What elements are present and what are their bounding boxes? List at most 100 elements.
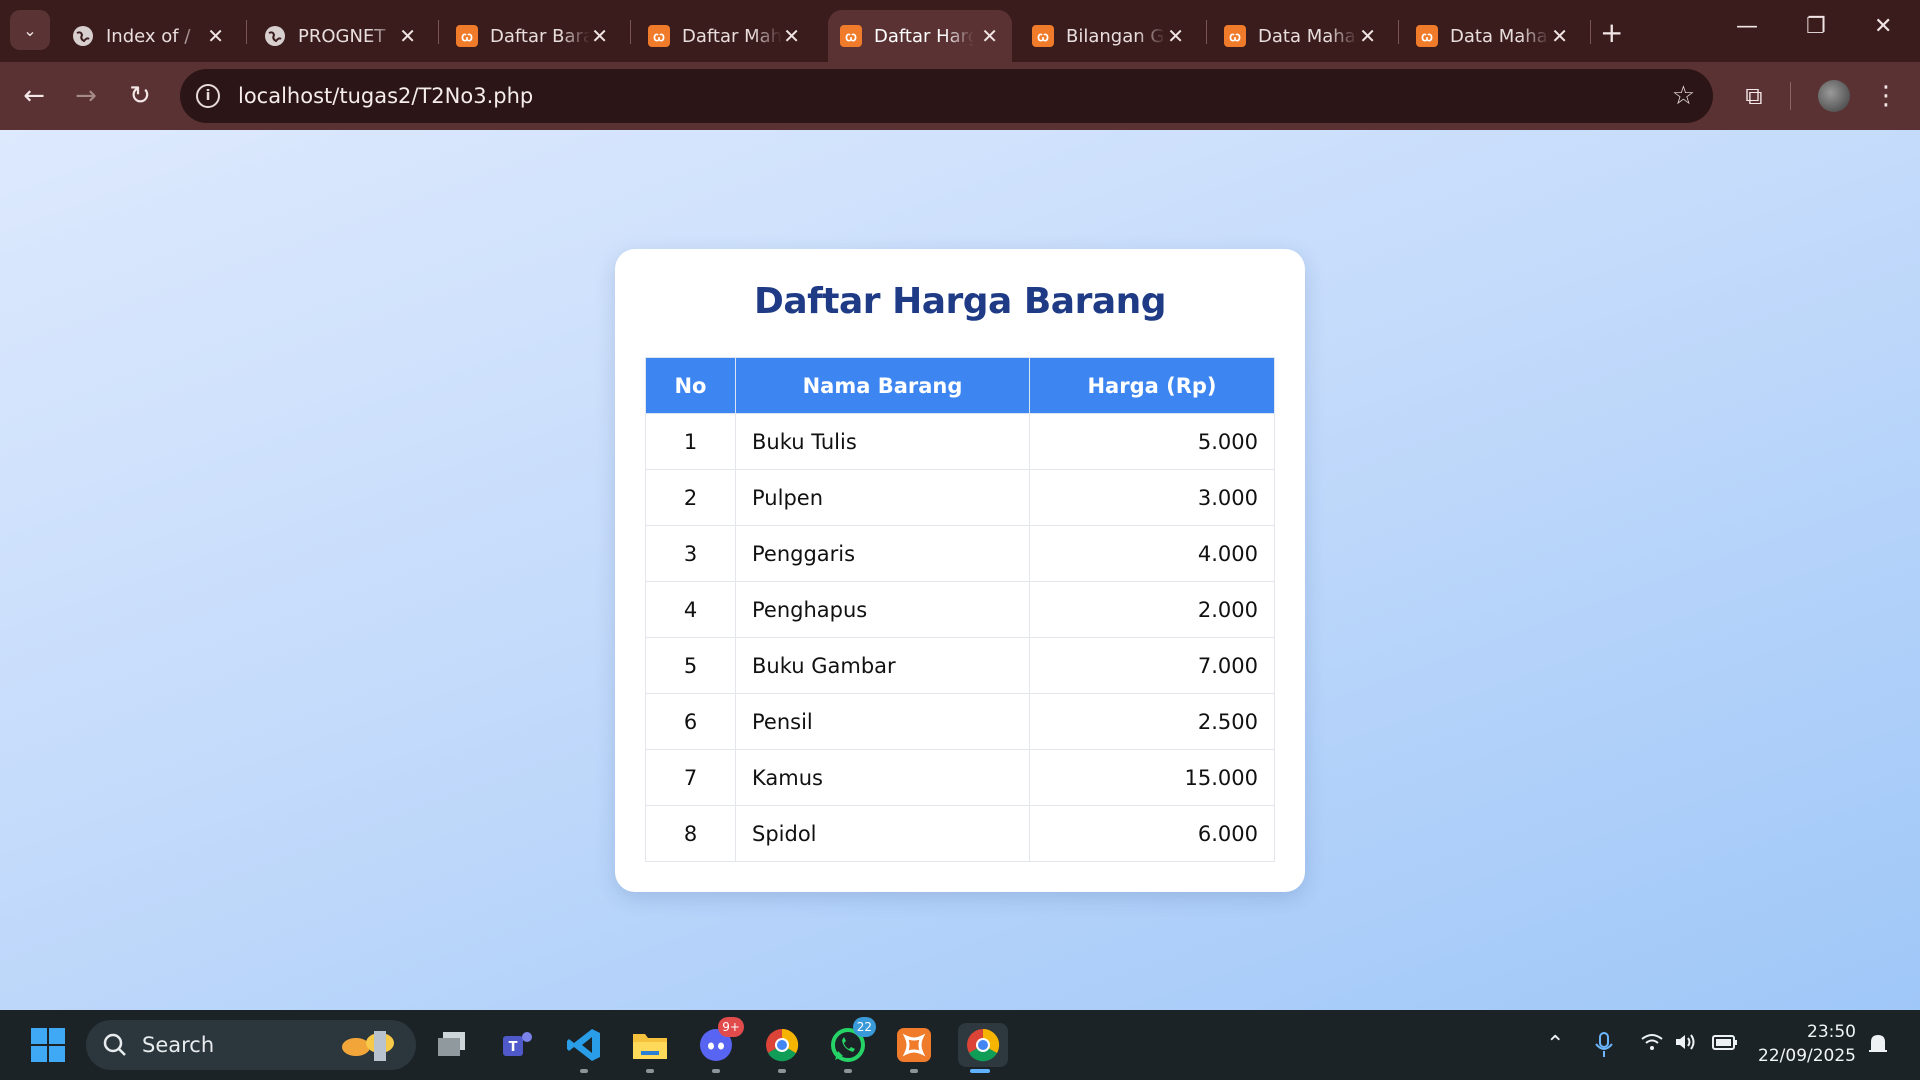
close-icon[interactable]: ✕ (783, 24, 800, 48)
tab-daftar-mahasiswa[interactable]: ꞷ Daftar Mahasiswa ✕ (636, 10, 814, 62)
tab-title: Index of / (106, 25, 191, 47)
cell-name: Buku Tulis (735, 413, 1030, 470)
tab-daftar-barang[interactable]: ꞷ Daftar Barang ✕ (444, 10, 622, 62)
microphone-icon[interactable] (1594, 1032, 1614, 1063)
cell-no: 5 (645, 637, 736, 694)
search-highlight-icon (342, 1031, 394, 1061)
tab-title: Data Mahasiswa (1258, 25, 1358, 47)
tab-title: Daftar Harga (874, 25, 974, 47)
new-tab-icon[interactable]: + (1600, 16, 1623, 49)
running-indicator (778, 1069, 786, 1073)
xampp-app[interactable] (892, 1023, 936, 1073)
xampp-icon: ꞷ (648, 25, 670, 47)
forward-icon[interactable]: → (68, 78, 104, 114)
tab-index-of[interactable]: Index of / ✕ (60, 10, 238, 62)
back-icon[interactable]: ← (16, 78, 52, 114)
site-info-icon[interactable]: i (196, 84, 220, 108)
battery-icon[interactable] (1712, 1032, 1738, 1056)
discord-badge: 9+ (718, 1017, 744, 1037)
close-icon[interactable]: ✕ (207, 24, 224, 48)
xampp-icon: ꞷ (1224, 25, 1246, 47)
address-bar[interactable]: i localhost/tugas2/T2No3.php ☆ (180, 69, 1713, 123)
running-indicator (580, 1069, 588, 1073)
xampp-icon: ꞷ (840, 25, 862, 47)
table-row: 8 Spidol 6.000 (645, 805, 1275, 862)
discord-app[interactable]: 9+ (694, 1017, 744, 1073)
close-icon[interactable]: ✕ (1167, 24, 1184, 48)
restore-icon[interactable]: ❐ (1806, 14, 1826, 39)
table-row: 7 Kamus 15.000 (645, 749, 1275, 806)
tab-prognet[interactable]: PROGNET ✕ (252, 10, 430, 62)
svg-text:ꞷ: ꞷ (1229, 30, 1241, 45)
globe-icon (72, 25, 94, 47)
xampp-icon: ꞷ (1032, 25, 1054, 47)
tab-strip: ⌄ Index of / ✕ PROGNET ✕ ꞷ Daftar Barang… (0, 0, 1920, 62)
tab-divider (1590, 20, 1591, 44)
vscode-app[interactable] (562, 1023, 606, 1073)
close-icon[interactable]: ✕ (399, 24, 416, 48)
close-window-icon[interactable]: ✕ (1874, 14, 1892, 39)
system-clock[interactable]: 23:50 22/09/2025 (1758, 1020, 1856, 1068)
price-table: No Nama Barang Harga (Rp) 1 Buku Tulis 5… (645, 357, 1275, 862)
taskbar: Search T 9+ 22 ⌃ 23:50 22/09/2025 (0, 1010, 1920, 1080)
cell-name: Kamus (735, 749, 1030, 806)
tab-title: Daftar Mahasiswa (682, 25, 782, 47)
bookmark-star-icon[interactable]: ☆ (1672, 81, 1695, 111)
tab-search-button[interactable]: ⌄ (10, 10, 50, 50)
running-indicator (712, 1069, 720, 1073)
chrome-app-secondary[interactable] (760, 1023, 804, 1073)
search-label: Search (142, 1033, 215, 1057)
wifi-icon[interactable] (1640, 1032, 1664, 1057)
cell-price: 15.000 (1029, 749, 1275, 806)
close-icon[interactable]: ✕ (591, 24, 608, 48)
tab-data-mahasiswa-2[interactable]: ꞷ Data Mahasiswa ✕ (1404, 10, 1582, 62)
whatsapp-app[interactable]: 22 (826, 1017, 876, 1073)
teams-icon: T (503, 1032, 532, 1056)
extensions-icon[interactable]: ⧉ (1736, 78, 1772, 114)
tab-divider (1206, 20, 1207, 44)
menu-kebab-icon[interactable]: ⋮ (1868, 78, 1904, 114)
tab-daftar-harga[interactable]: ꞷ Daftar Harga ✕ (828, 10, 1012, 62)
chevron-up-icon[interactable]: ⌃ (1546, 1032, 1564, 1057)
notification-icon[interactable] (1866, 1032, 1890, 1061)
search-icon (103, 1033, 126, 1056)
close-icon[interactable]: ✕ (1551, 24, 1568, 48)
volume-icon[interactable] (1674, 1032, 1698, 1057)
cell-price: 4.000 (1029, 525, 1275, 582)
file-explorer-app[interactable] (628, 1023, 672, 1073)
teams-app[interactable]: T (496, 1023, 540, 1067)
cell-name: Pensil (735, 693, 1030, 750)
chrome-icon (967, 1028, 1000, 1062)
chrome-app-active[interactable] (958, 1023, 1008, 1073)
minimize-icon[interactable]: — (1736, 14, 1758, 39)
running-indicator (646, 1069, 654, 1073)
page-title: Daftar Harga Barang (753, 281, 1167, 322)
taskbar-search[interactable]: Search (86, 1020, 416, 1070)
svg-text:T: T (509, 1040, 518, 1055)
reload-icon[interactable]: ↻ (122, 78, 158, 114)
close-icon[interactable]: ✕ (1359, 24, 1376, 48)
close-icon[interactable]: ✕ (981, 24, 998, 48)
tab-title: Data Mahasiswa (1450, 25, 1550, 47)
windows-logo-icon (31, 1028, 65, 1062)
table-header-row: No Nama Barang Harga (Rp) (645, 357, 1275, 414)
chrome-icon (766, 1028, 799, 1062)
task-view-button[interactable] (430, 1023, 474, 1067)
table-row: 6 Pensil 2.500 (645, 693, 1275, 750)
clock-time: 23:50 (1807, 1022, 1856, 1042)
table-row: 3 Penggaris 4.000 (645, 525, 1275, 582)
tab-divider (630, 20, 631, 44)
xampp-icon (897, 1028, 931, 1062)
price-card: Daftar Harga Barang No Nama Barang Harga… (615, 249, 1305, 892)
header-no: No (645, 357, 736, 414)
tab-data-mahasiswa-1[interactable]: ꞷ Data Mahasiswa ✕ (1212, 10, 1390, 62)
chevron-down-icon: ⌄ (23, 20, 37, 40)
tab-title: PROGNET (298, 25, 386, 47)
tab-title: Bilangan Genap (1066, 25, 1166, 47)
start-button[interactable] (26, 1023, 70, 1067)
cell-name: Penghapus (735, 581, 1030, 638)
url-text[interactable]: localhost/tugas2/T2No3.php (238, 84, 533, 108)
tab-bilangan[interactable]: ꞷ Bilangan Genap ✕ (1020, 10, 1198, 62)
profile-avatar[interactable] (1818, 80, 1850, 112)
whatsapp-badge: 22 (852, 1017, 876, 1037)
